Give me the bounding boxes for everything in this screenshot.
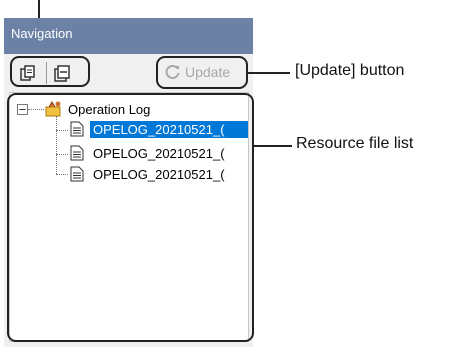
navigation-title-bar: Navigation [4, 18, 253, 54]
resource-list-callout [7, 93, 254, 342]
resource-list-annotation: Resource file list [296, 135, 414, 152]
update-callout-line [248, 72, 290, 74]
toolbar-icons-callout [10, 56, 90, 87]
update-button-annotation: [Update] button [295, 62, 405, 79]
resource-callout-line [254, 145, 292, 147]
update-button-callout [156, 56, 248, 89]
navigation-title: Navigation [11, 26, 73, 41]
